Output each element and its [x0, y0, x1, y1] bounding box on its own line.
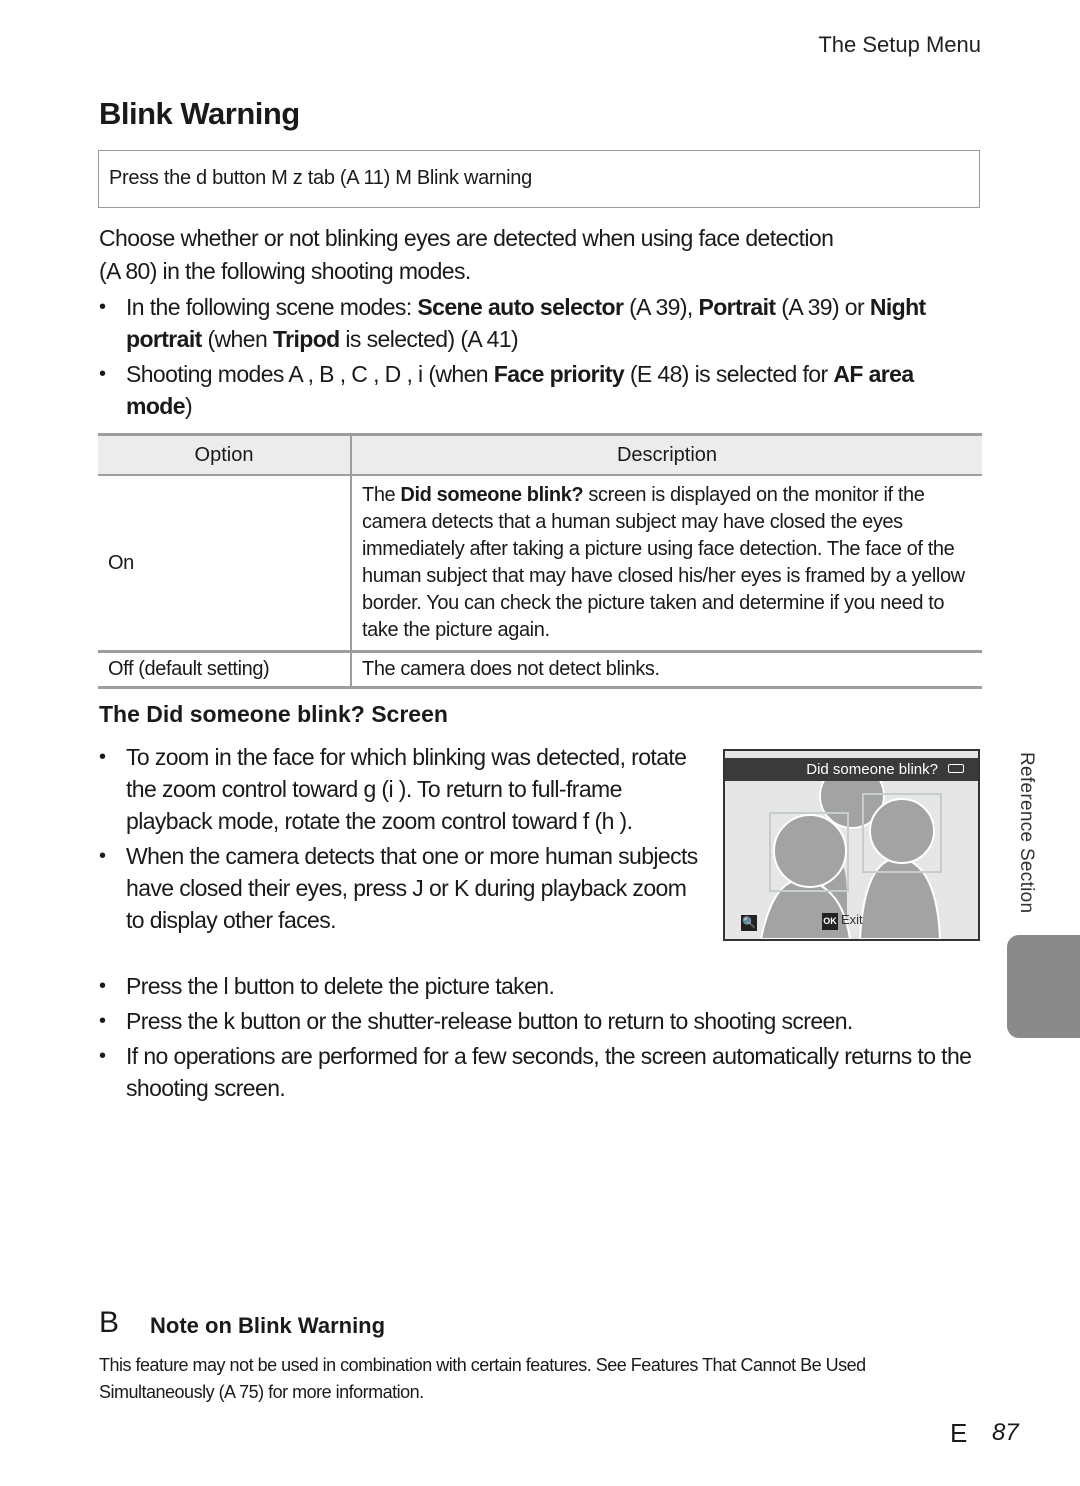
page-number: 87 — [992, 1419, 1019, 1446]
running-head: The Setup Menu — [818, 32, 981, 57]
column-header-option: Option — [98, 433, 352, 476]
list-item: Press the l button to delete the picture… — [99, 970, 979, 1002]
zoom-icon: 🔍 — [741, 915, 757, 931]
body-right — [858, 857, 942, 939]
option-cell: On — [98, 475, 352, 653]
option-cell: Off (default setting) — [98, 651, 352, 689]
intro-line: Choose whether or not blinking eyes are … — [99, 225, 834, 251]
table-row: On The Did someone blink? screen is disp… — [98, 475, 982, 653]
camera-screen-illustration: Did someone blink? 🔍 OK Exit — [723, 749, 980, 941]
shooting-modes-list: In the following scene modes: Scene auto… — [99, 291, 979, 425]
note-title: Note on Blink Warning — [150, 1313, 386, 1338]
list-item: When the camera detects that one or more… — [99, 840, 699, 936]
battery-icon — [948, 764, 964, 773]
table-row: Off (default setting) The camera does no… — [98, 651, 982, 689]
list-item: To zoom in the face for which blinking w… — [99, 741, 699, 837]
side-section-label: Reference Section — [1016, 752, 1037, 914]
table-header-row: Option Description — [98, 433, 982, 476]
exit-label: Exit — [841, 912, 863, 927]
ok-button-icon: OK — [822, 913, 838, 930]
section-symbol: E — [950, 1418, 968, 1448]
description-cell: The Did someone blink? screen is display… — [351, 475, 982, 653]
section-heading: The Did someone blink? Screen — [99, 701, 448, 727]
list-item: If no operations are performed for a few… — [99, 1040, 979, 1104]
menu-path-box: Press the d button M z tab (A 11) M Blin… — [98, 150, 980, 208]
intro-line: (A 80) in the following shooting modes. — [99, 258, 471, 284]
note-body: This feature may not be used in combinat… — [99, 1355, 866, 1402]
description-cell: The camera does not detect blinks. — [351, 651, 982, 689]
page-title: Blink Warning — [99, 96, 300, 131]
camera-title-bar: Did someone blink? — [725, 758, 978, 781]
intro-paragraph: Choose whether or not blinking eyes are … — [99, 222, 979, 288]
screen-bullets: To zoom in the face for which blinking w… — [99, 741, 699, 939]
more-bullets: Press the l button to delete the picture… — [99, 970, 979, 1107]
list-item: Shooting modes A , B , C , D , i (when F… — [99, 358, 979, 422]
side-section-tab — [1007, 935, 1080, 1038]
list-item: Press the k button or the shutter-releas… — [99, 1005, 979, 1037]
column-header-description: Description — [351, 433, 982, 476]
list-item: In the following scene modes: Scene auto… — [99, 291, 979, 355]
face-right — [869, 798, 935, 864]
options-table: Option Description On The Did someone bl… — [98, 433, 982, 689]
note-icon: B — [99, 1306, 120, 1339]
face-left — [773, 814, 847, 888]
